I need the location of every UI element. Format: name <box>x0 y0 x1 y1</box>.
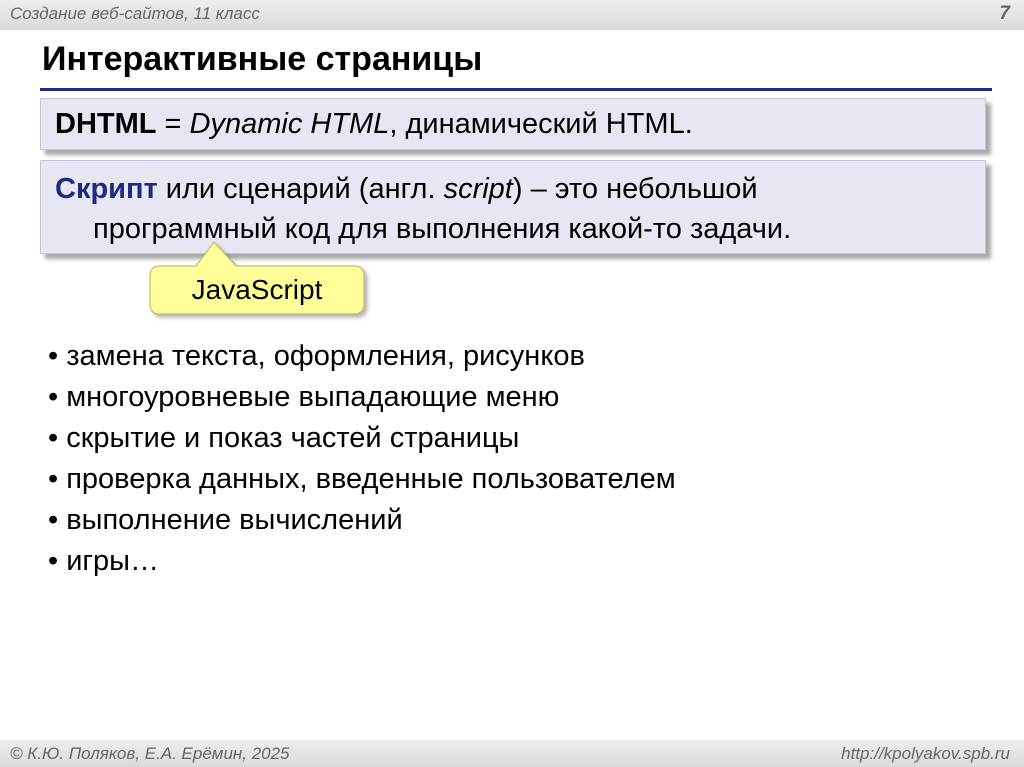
list-item: замена текста, оформления, рисунков <box>48 336 676 377</box>
footer-bar: © К.Ю. Поляков, Е.А. Ерёмин, 2025 http:/… <box>0 740 1024 767</box>
dhtml-expansion: Dynamic HTML <box>189 108 390 140</box>
script-part2: ) – это небольшой <box>512 173 758 205</box>
list-item: выполнение вычислений <box>48 500 676 541</box>
dhtml-term: DHTML <box>55 108 157 140</box>
title-divider <box>40 88 992 91</box>
script-term: Скрипт <box>55 173 158 205</box>
script-definition-line1: Скрипт или сценарий (англ. script) – это… <box>55 169 971 209</box>
page-number: 7 <box>999 3 1010 24</box>
list-item: проверка данных, введенные пользователем <box>48 459 675 500</box>
dhtml-equals: = <box>156 108 190 140</box>
footer-site-link[interactable]: http://kpolyakov.spb.ru <box>841 744 1010 764</box>
list-item: скрытие и показ частей страницы <box>48 418 676 459</box>
dhtml-rest: , динамический HTML. <box>389 108 693 140</box>
javascript-callout: JavaScript <box>148 241 368 316</box>
bullet-list: замена текста, оформления, рисунков мног… <box>48 336 676 582</box>
slide-title: Интерактивные страницы <box>42 40 483 78</box>
course-title: Создание веб-сайтов, 11 класс <box>10 4 260 23</box>
callout-label: JavaScript <box>191 274 323 305</box>
script-english: script <box>443 173 513 205</box>
list-item: игры… <box>48 541 676 582</box>
script-definition-line2: программный код для выполнения какой-то … <box>93 213 792 245</box>
dhtml-definition-box: DHTML = Dynamic HTML, динамический HTML. <box>40 98 986 150</box>
list-item: многоуровневые выпадающие меню <box>48 377 676 418</box>
script-definition-box: Скрипт или сценарий (англ. script) – это… <box>40 160 986 254</box>
script-part1: или сценарий (англ. <box>157 173 444 205</box>
header-bar: Создание веб-сайтов, 11 класс 7 <box>0 0 1024 30</box>
footer-authors: © К.Ю. Поляков, Е.А. Ерёмин, 2025 <box>10 744 290 763</box>
